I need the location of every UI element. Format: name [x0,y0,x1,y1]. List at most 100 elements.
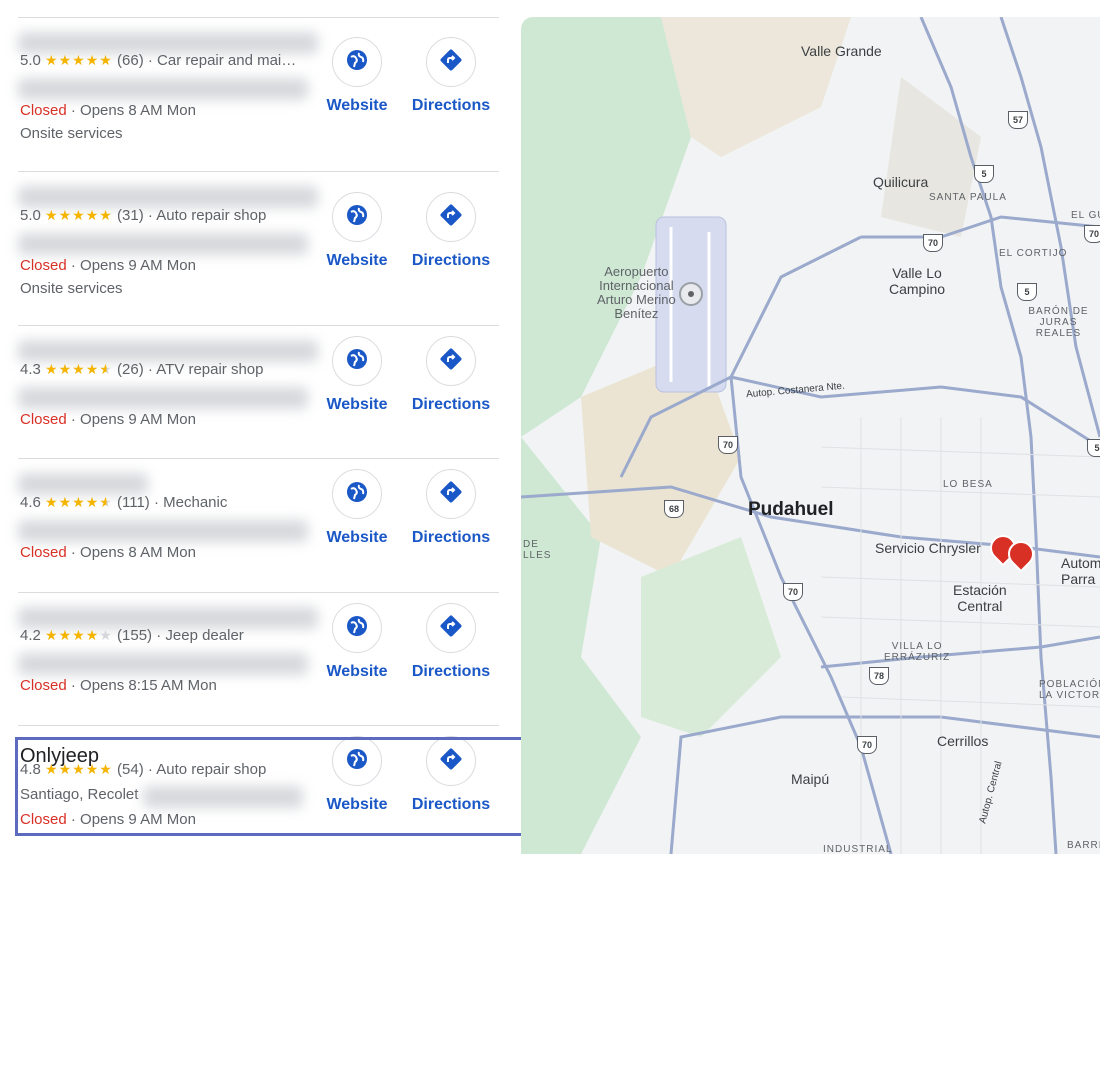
opening-hours: · Opens 9 AM Mon [70,257,196,274]
star-icon: ★ [45,494,59,510]
rating-row: 5.0 ★★★★★ (66) · Car repair and mai… [20,52,297,69]
rating-value: 4.6 [20,494,41,511]
directions-button-label[interactable]: Directions [406,396,496,414]
directions-button[interactable]: Directions [406,192,496,270]
map-label-lles: DE LLES [523,539,552,561]
review-count[interactable]: (66) [117,52,144,69]
map-label-autom-parra[interactable]: Autom Parra [1061,555,1100,587]
globe-icon-button-circle[interactable] [332,469,382,519]
result-name-redacted [18,32,318,54]
website-button[interactable]: Website [312,336,402,414]
list-divider [18,17,499,18]
rating-value: 5.0 [20,52,41,69]
address-redacted [18,78,308,100]
hours-row: Closed · Opens 8:15 AM Mon [20,677,217,694]
globe-icon-button-circle[interactable] [332,192,382,242]
star-icon: ★ [45,361,59,377]
status-closed: Closed [20,677,67,694]
map-label-industrial: INDUSTRIAL [823,844,893,854]
website-button-label[interactable]: Website [312,97,402,115]
map-label-valle-grande: Valle Grande [801,43,882,59]
list-divider [18,592,499,593]
star-rating: ★★★★★ [45,52,113,68]
star-icon: ★ [85,627,100,643]
result-category: Auto repair shop [156,207,267,224]
hours-row: Closed · Opens 9 AM Mon [20,257,196,274]
globe-icon-button-circle[interactable] [332,603,382,653]
star-icon: ★ [58,494,73,510]
directions-button-label[interactable]: Directions [406,97,496,115]
map-label-airport[interactable]: Aeropuerto Internacional Arturo Merino B… [597,265,676,321]
result-name-redacted [18,607,318,629]
globe-icon [345,480,369,509]
star-rating: ★★★★★ [45,494,113,510]
result-name-redacted [18,340,318,362]
review-count[interactable]: (155) [117,627,152,644]
globe-icon [345,614,369,643]
opening-hours: · Opens 8 AM Mon [70,102,196,119]
hours-row: Closed · Opens 9 AM Mon [20,411,196,428]
list-divider [18,725,499,726]
directions-button-label[interactable]: Directions [406,252,496,270]
map-label-santa-paula: SANTA PAULA [929,192,1007,203]
directions-icon [439,347,463,376]
map-label-villa-lo-errazuriz: VILLA LO ERRÁZURIZ [884,641,951,663]
globe-icon-button-circle[interactable] [332,336,382,386]
result-category: ATV repair shop [156,361,264,378]
website-button[interactable]: Website [312,37,402,115]
review-count[interactable]: (26) [117,361,144,378]
directions-button-label[interactable]: Directions [406,663,496,681]
list-divider [18,171,499,172]
result-category: Car repair and mai… [157,52,297,69]
rating-value: 4.2 [20,627,41,644]
rating-row: 4.3 ★★★★★ (26) · ATV repair shop [20,361,264,378]
directions-button[interactable]: Directions [406,336,496,414]
directions-button[interactable]: Directions [406,37,496,115]
website-button-label[interactable]: Website [312,252,402,270]
website-button-label[interactable]: Website [312,529,402,547]
service-options: Onsite services [20,280,123,297]
globe-icon-button-circle[interactable] [332,37,382,87]
map-label-el-gu: EL GU [1071,210,1100,221]
rating-row: 5.0 ★★★★★ (31) · Auto repair shop [20,207,267,224]
list-divider [18,325,499,326]
directions-icon-button-circle[interactable] [426,192,476,242]
map-label-servicio-chrysler[interactable]: Servicio Chrysler [875,540,981,556]
star-icon: ★ [99,627,113,643]
review-count[interactable]: (31) [117,207,144,224]
map-canvas[interactable] [521,17,1100,854]
star-icon: ★ [58,207,73,223]
hours-row: Closed · Opens 8 AM Mon [20,544,196,561]
map-label-maipu: Maipú [791,771,830,787]
website-button-label[interactable]: Website [312,663,402,681]
star-icon: ★ [85,361,100,377]
directions-icon-button-circle[interactable] [426,336,476,386]
directions-icon-button-circle[interactable] [426,37,476,87]
star-icon: ★ [58,52,73,68]
directions-button[interactable]: Directions [406,469,496,547]
directions-button[interactable]: Directions [406,603,496,681]
map-view[interactable]: Valle Grande Quilicura SANTA PAULA EL GU… [521,17,1100,854]
star-icon: ★ [45,627,59,643]
address-redacted [18,387,308,409]
website-button[interactable]: Website [312,603,402,681]
directions-icon-button-circle[interactable] [426,603,476,653]
globe-icon [345,48,369,77]
star-rating: ★★★★★ [45,207,113,223]
directions-button-label[interactable]: Directions [406,529,496,547]
list-divider [18,458,499,459]
rating-value: 5.0 [20,207,41,224]
status-closed: Closed [20,544,67,561]
star-icon: ★ [72,494,86,510]
route-shield-70: 70 [923,234,943,252]
directions-icon-button-circle[interactable] [426,469,476,519]
review-count[interactable]: (111) [117,494,150,511]
address-redacted [18,233,308,255]
website-button[interactable]: Website [312,469,402,547]
star-icon: ★ [85,494,100,510]
website-button[interactable]: Website [312,192,402,270]
star-icon: ★ [99,52,113,68]
star-icon: ★ [99,494,113,510]
website-button-label[interactable]: Website [312,396,402,414]
route-shield-5: 5 [1087,439,1100,457]
